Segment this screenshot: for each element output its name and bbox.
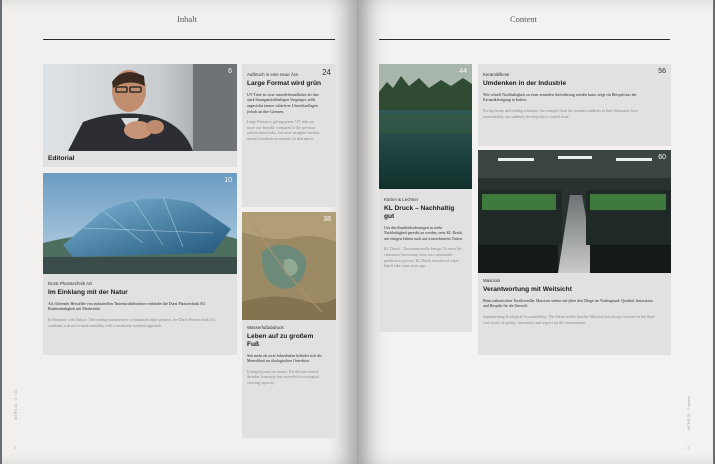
article-teaser-en: Implementing Ecological Accountability: … (483, 314, 655, 325)
page-number: 56 (658, 68, 666, 75)
article-heading: Editorial (48, 155, 75, 162)
article-heading: Leben auf zu großem Fuß (247, 333, 314, 348)
article-teaser-en: Facing issues and finding solutions: An … (483, 108, 639, 119)
left-page: Inhalt 6 Editorial 10 Durst Phototechnik… (2, 0, 357, 464)
title-rule (43, 39, 335, 40)
page-title: Inhalt (177, 14, 197, 24)
magazine-spread: Inhalt 6 Editorial 10 Durst Phototechnik… (0, 0, 715, 464)
page-number: 60 (658, 154, 666, 161)
article-teaser-de: Beim italienischen Textilveredler Mascio… (483, 298, 653, 309)
page-footer: INTRO 01 · Content (687, 396, 691, 430)
article-heading: Umdenken in der Industrie (483, 80, 567, 87)
right-page: Content 44 Kürten & Lechner KL Druck – N… (357, 0, 713, 464)
article-teaser-en: Large Format is getting green: UV inks a… (247, 120, 321, 141)
page-marker: 3 (687, 446, 689, 450)
page-footer: INTRO 01 · 2 / 14 (14, 389, 18, 420)
toc-card-wasserfussabdruck[interactable]: 38 Wasserfußabdruck Leben auf zu großem … (242, 212, 336, 438)
article-teaser-en: Living beyond our means: For the last se… (247, 369, 320, 385)
article-category: Durst Phototechnik AG (48, 281, 93, 286)
page-marker: 2 (14, 446, 16, 450)
forest-lake-image (379, 64, 472, 189)
toc-card-large-format[interactable]: 24 Aufbruch in eine neue Ära Large Forma… (242, 64, 336, 207)
article-heading: Large Format wird grün (247, 80, 322, 87)
article-category: Mascioni (483, 278, 501, 283)
aral-sea-satellite-image (242, 212, 336, 320)
editorial-portrait-image (43, 64, 237, 151)
article-teaser-en: KL Druck – Environmentally benign: To me… (384, 247, 462, 269)
article-heading: Im Einklang mit der Natur (48, 289, 128, 296)
article-teaser-de: Als führender Hersteller von industriell… (48, 301, 206, 312)
article-heading: KL Druck – Nachhaltig gut (384, 205, 455, 220)
toc-card-editorial[interactable]: 6 Editorial (43, 64, 237, 167)
article-teaser-de: Seit mehr als zwei Jahrzehnten befindet … (247, 353, 322, 364)
article-heading: Verantwortung mit Weitsicht (483, 286, 572, 293)
article-teaser-de: Wie schnell Nachhaltigkeit zu einer zent… (483, 92, 637, 103)
toc-card-keramik[interactable]: 56 Keramikfliese Umdenken in der Industr… (478, 64, 671, 146)
article-teaser-de: Um den Kundenforderungen zu mehr Nachhal… (384, 225, 463, 241)
page-number: 44 (459, 68, 467, 75)
toc-card-mascioni[interactable]: 60 Mascioni Verantwortung mit Weitsicht … (478, 150, 671, 355)
article-category: Kürten & Lechner (384, 197, 419, 202)
page-number: 10 (224, 177, 232, 184)
toc-card-kl-druck[interactable]: 44 Kürten & Lechner KL Druck – Nachhalti… (379, 64, 472, 332)
page-number: 6 (228, 68, 232, 75)
factory-hall-image (478, 150, 671, 273)
title-rule (379, 39, 670, 40)
article-teaser-de: UV-Tinte ist zwar umweltfreund­licher al… (247, 92, 319, 114)
toc-card-durst[interactable]: 10 Durst Phototechnik AG Im Einklang mit… (43, 173, 237, 355)
article-category: Aufbruch in eine neue Ära (247, 72, 298, 77)
article-teaser-en: In Harmony with Nature: The leading manu… (48, 317, 217, 328)
page-number: 38 (323, 216, 331, 223)
durst-building-image (43, 173, 237, 274)
article-category: Keramikfliese (483, 72, 510, 77)
page-title: Content (510, 14, 537, 24)
article-category: Wasserfußabdruck (247, 325, 284, 330)
page-number: 24 (322, 68, 331, 77)
